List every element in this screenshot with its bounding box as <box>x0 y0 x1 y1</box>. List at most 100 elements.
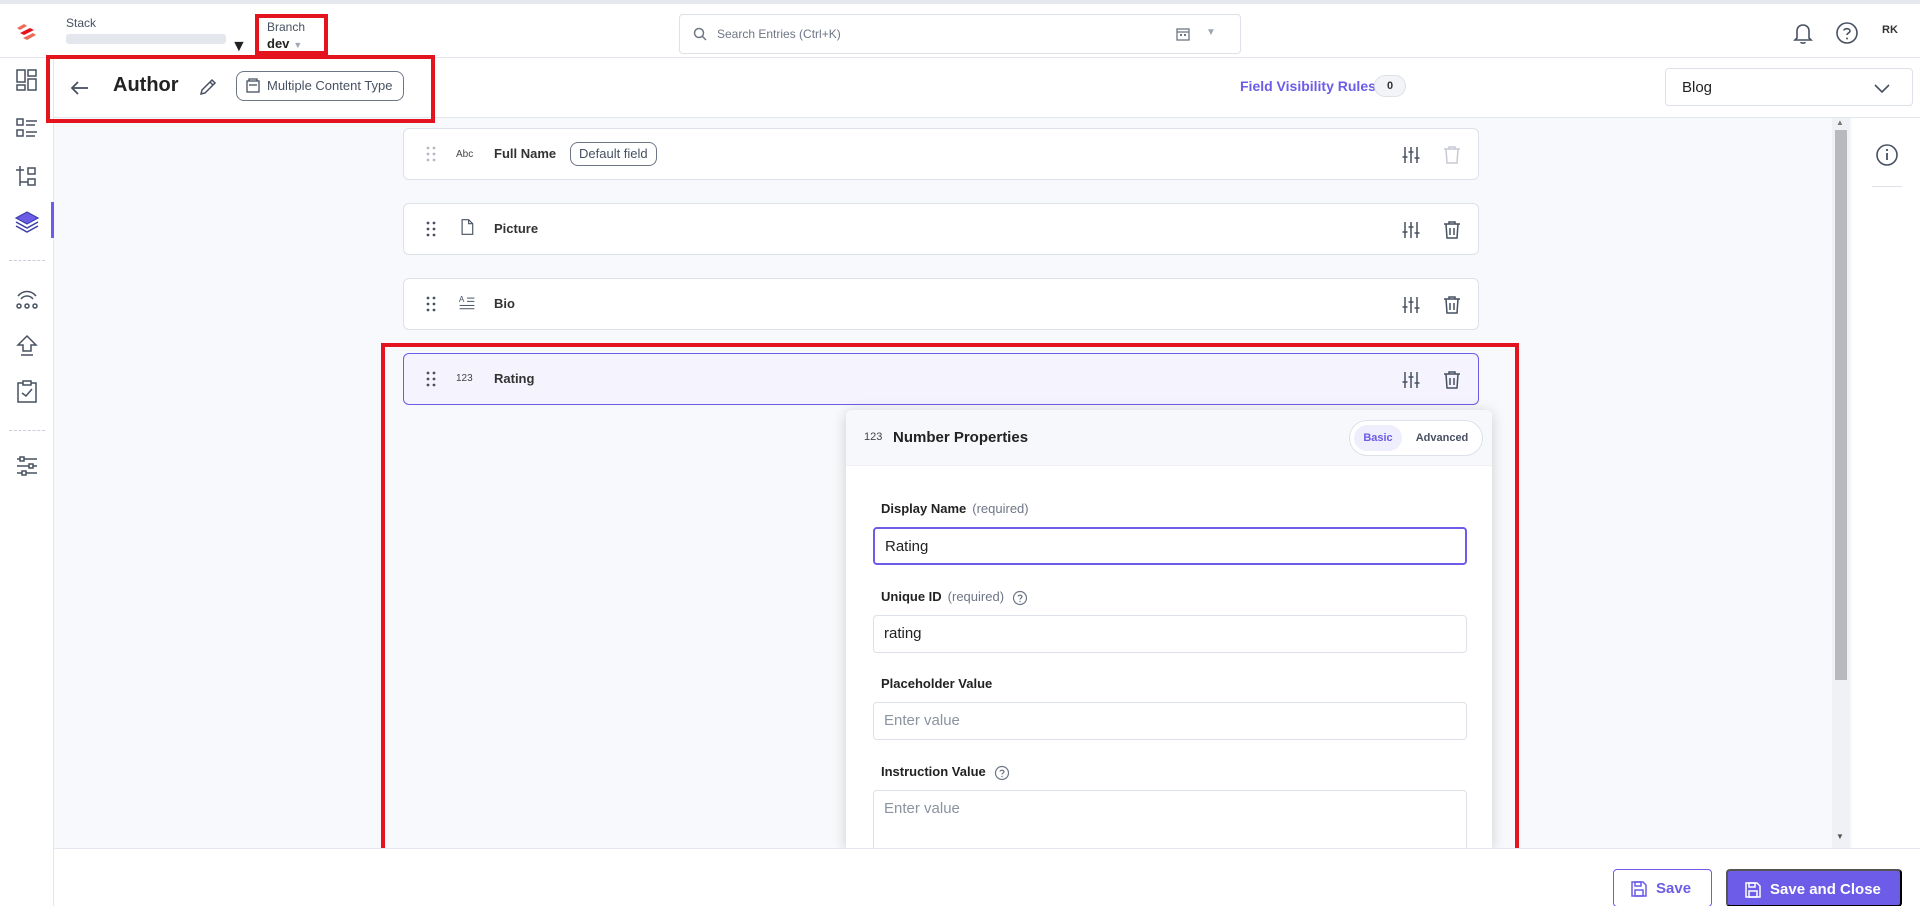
drag-handle-icon[interactable] <box>424 295 438 313</box>
save-and-close-button-label: Save and Close <box>1770 881 1881 898</box>
scroll-down-arrow-icon[interactable]: ▼ <box>1836 832 1844 841</box>
display-name-label: Display Name (required) <box>881 501 1029 516</box>
svg-text:A: A <box>459 295 465 304</box>
contentstack-logo[interactable] <box>14 22 40 44</box>
tasks-checklist-icon[interactable] <box>13 378 41 406</box>
content-type-badge: Multiple Content Type <box>236 71 404 101</box>
dashboard-icon[interactable] <box>13 66 41 94</box>
tab-basic[interactable]: Basic <box>1354 425 1402 451</box>
info-icon[interactable] <box>1874 142 1900 168</box>
drag-handle-icon[interactable] <box>424 370 438 388</box>
properties-title: Number Properties <box>893 429 1029 446</box>
field-settings-icon[interactable] <box>1400 294 1422 316</box>
field-visibility-count-badge: 0 <box>1374 75 1406 97</box>
calendar-icon[interactable] <box>1175 26 1191 42</box>
stack-label: Stack <box>66 16 97 30</box>
user-avatar[interactable]: RK <box>1882 24 1898 36</box>
save-disk-icon <box>1631 881 1647 897</box>
scroll-up-arrow-icon[interactable]: ▲ <box>1836 118 1844 127</box>
required-hint: (required) <box>972 501 1029 516</box>
help-tooltip-icon[interactable] <box>994 765 1010 781</box>
branch-value: dev <box>267 36 290 51</box>
content-type-badge-label: Multiple Content Type <box>267 78 393 93</box>
settings-sliders-icon[interactable] <box>13 452 41 480</box>
template-select-value: Blog <box>1682 79 1713 96</box>
content-scrollbar-thumb[interactable] <box>1835 130 1847 680</box>
left-nav-rail <box>0 58 54 906</box>
number-properties-panel: 123 Number Properties Basic Advanced Dis… <box>846 410 1492 848</box>
field-name: Picture <box>494 221 539 236</box>
unique-id-input[interactable]: rating <box>873 615 1467 653</box>
drag-handle-icon[interactable] <box>424 220 438 238</box>
help-tooltip-icon[interactable] <box>1012 590 1028 606</box>
default-field-badge: Default field <box>570 142 657 166</box>
save-and-close-button[interactable]: Save and Close <box>1726 869 1902 906</box>
field-name: Rating <box>494 371 535 386</box>
right-info-panel <box>1852 118 1920 848</box>
delete-trash-icon[interactable] <box>1441 219 1463 241</box>
field-name: Full Name <box>494 146 557 161</box>
properties-tabs: Basic Advanced <box>1349 420 1483 456</box>
field-settings-icon[interactable] <box>1400 144 1422 166</box>
template-select[interactable]: Blog <box>1665 68 1913 106</box>
active-nav-indicator <box>51 202 54 238</box>
help-icon[interactable] <box>1834 20 1860 46</box>
drag-handle-icon[interactable] <box>424 145 438 163</box>
unique-id-label: Unique ID (required) <box>881 589 1028 606</box>
entries-list-icon[interactable] <box>13 114 41 142</box>
branch-caret-icon: ▼ <box>293 40 303 50</box>
number-icon: 123 <box>864 431 883 443</box>
back-arrow-icon[interactable] <box>66 74 94 102</box>
rail-divider <box>9 260 45 261</box>
instruction-value-label: Instruction Value <box>881 764 1010 781</box>
stack-name-redacted <box>66 34 226 44</box>
branch-label: Branch <box>267 20 306 34</box>
search-icon <box>693 27 707 41</box>
notification-bell-icon[interactable] <box>1790 20 1816 46</box>
taxonomy-tree-icon[interactable] <box>13 162 41 190</box>
delete-trash-icon-disabled <box>1444 146 1460 164</box>
properties-header: 123 Number Properties Basic Advanced <box>846 410 1492 466</box>
page-title: Author <box>113 74 179 96</box>
edit-pencil-icon[interactable] <box>197 76 219 98</box>
field-settings-icon[interactable] <box>1400 369 1422 391</box>
display-name-input[interactable]: Rating <box>873 527 1467 565</box>
instruction-value-textarea[interactable]: Enter value <box>873 790 1467 848</box>
stack-selector[interactable]: Stack <box>66 16 226 44</box>
content-type-icon <box>246 78 260 93</box>
delete-trash-icon[interactable] <box>1441 369 1463 391</box>
delete-trash-icon[interactable] <box>1441 294 1463 316</box>
footer-action-bar: Save Save and Close <box>54 848 1920 906</box>
stack-caret-icon[interactable]: ▼ <box>231 38 247 56</box>
field-settings-icon[interactable] <box>1400 219 1422 241</box>
field-row-full-name[interactable]: Abc Full Name Default field <box>403 128 1479 180</box>
search-placeholder: Search Entries (Ctrl+K) <box>717 27 841 41</box>
required-hint: (required) <box>947 589 1005 604</box>
field-row-bio[interactable]: A Bio <box>403 278 1479 330</box>
number-icon: 123 <box>456 373 473 384</box>
file-icon <box>461 219 474 235</box>
field-visibility-rules-link[interactable]: Field Visibility Rules <box>1240 78 1376 94</box>
webhooks-icon[interactable] <box>13 284 41 312</box>
placeholder-value-label: Placeholder Value <box>881 676 993 691</box>
search-filter-caret-icon[interactable]: ▼ <box>1206 27 1216 38</box>
content-models-stack-icon[interactable] <box>13 208 41 236</box>
content-type-header: Author Multiple Content Type Field Visib… <box>54 58 1920 118</box>
chevron-down-icon <box>1874 84 1890 94</box>
field-row-picture[interactable]: Picture <box>403 203 1479 255</box>
save-button[interactable]: Save <box>1613 869 1712 906</box>
info-panel-divider <box>1872 186 1902 187</box>
placeholder-value-input[interactable]: Enter value <box>873 702 1467 740</box>
field-row-rating[interactable]: 123 Rating <box>403 353 1479 405</box>
rail-divider <box>9 430 45 431</box>
search-bar[interactable]: Search Entries (Ctrl+K) ▼ <box>679 14 1241 54</box>
tab-advanced[interactable]: Advanced <box>1406 425 1478 451</box>
branch-selector[interactable]: Branch dev ▼ <box>255 14 328 55</box>
top-bar: Stack ▼ Branch dev ▼ Search Entries (Ctrl… <box>0 0 1920 58</box>
multiline-text-icon: A <box>459 295 475 310</box>
field-name: Bio <box>494 296 515 311</box>
single-line-text-icon: Abc <box>456 149 474 160</box>
save-disk-icon <box>1745 882 1761 898</box>
publish-upload-icon[interactable] <box>13 332 41 360</box>
save-button-label: Save <box>1656 880 1692 897</box>
